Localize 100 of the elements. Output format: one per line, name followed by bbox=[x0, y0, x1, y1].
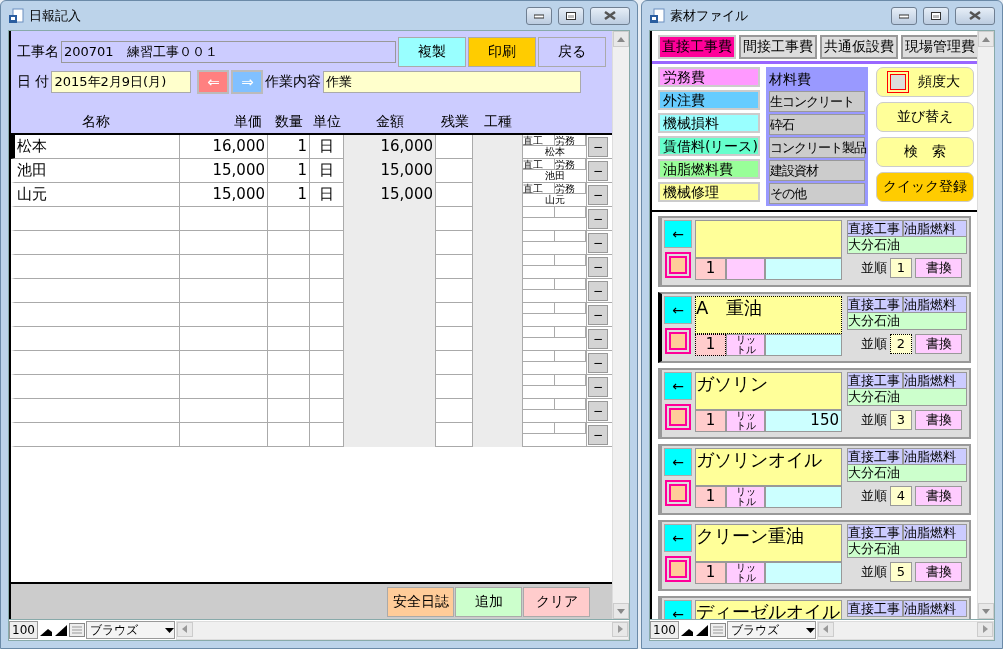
delete-button[interactable]: − bbox=[588, 401, 608, 421]
unit-field[interactable]: リットル bbox=[726, 486, 765, 508]
insert-button[interactable]: ← bbox=[664, 600, 692, 619]
delete-button[interactable]: − bbox=[588, 353, 608, 373]
action-button[interactable]: 安全日誌 bbox=[387, 586, 454, 617]
delete-button[interactable]: − bbox=[588, 329, 608, 349]
delete-button[interactable]: − bbox=[588, 161, 608, 181]
delete-button[interactable]: − bbox=[588, 281, 608, 301]
date-field[interactable]: 2015年2月9日(月) bbox=[51, 71, 192, 93]
name-field[interactable]: クリーン重油 bbox=[695, 524, 842, 562]
material-button[interactable]: コンクリート製品 bbox=[769, 137, 865, 158]
zoom-level[interactable]: 100 bbox=[9, 621, 38, 639]
maximize-button[interactable] bbox=[923, 6, 949, 25]
delete-button[interactable]: − bbox=[588, 257, 608, 277]
category-button[interactable]: 油脂燃料費 bbox=[658, 159, 760, 179]
table-row[interactable]: − bbox=[11, 423, 612, 447]
category-button[interactable]: 機械修理 bbox=[658, 182, 760, 202]
maximize-button[interactable] bbox=[558, 6, 584, 25]
scroll-up-icon[interactable] bbox=[617, 36, 625, 42]
insert-button[interactable]: ← bbox=[664, 524, 692, 552]
tab[interactable]: 間接工事費 bbox=[739, 35, 817, 59]
name-field[interactable]: ガソリン bbox=[695, 372, 842, 410]
order-field[interactable]: 2 bbox=[890, 334, 912, 354]
delete-button[interactable]: − bbox=[588, 185, 608, 205]
project-field[interactable]: 200701 練習工事００１ bbox=[61, 41, 397, 63]
material-button[interactable]: その他 bbox=[769, 183, 865, 204]
quantity-field[interactable]: 1 bbox=[695, 562, 726, 584]
close-button[interactable] bbox=[955, 6, 995, 25]
delete-button[interactable]: − bbox=[588, 209, 608, 229]
insert-button[interactable]: ← bbox=[664, 296, 692, 324]
zoom-level[interactable]: 100 bbox=[650, 621, 679, 639]
action-button[interactable]: 検 索 bbox=[876, 137, 974, 167]
rewrite-button[interactable]: 書換 bbox=[915, 334, 962, 354]
scroll-down-icon[interactable] bbox=[617, 608, 625, 614]
amount-field[interactable] bbox=[765, 334, 842, 356]
horizontal-scrollbar[interactable] bbox=[175, 620, 629, 640]
delete-button[interactable]: − bbox=[588, 233, 608, 253]
scroll-down-icon[interactable] bbox=[982, 608, 990, 614]
rewrite-button[interactable]: 書換 bbox=[915, 258, 962, 278]
order-field[interactable]: 4 bbox=[890, 486, 912, 506]
insert-button[interactable]: ← bbox=[664, 448, 692, 476]
rewrite-button[interactable]: 書換 bbox=[915, 410, 962, 430]
action-button[interactable]: クイック登録 bbox=[876, 172, 974, 202]
scroll-left-icon[interactable] bbox=[823, 625, 829, 633]
insert-button[interactable]: ← bbox=[664, 220, 692, 248]
minimize-button[interactable] bbox=[891, 6, 917, 25]
vertical-scrollbar[interactable] bbox=[612, 31, 629, 619]
delete-button[interactable]: − bbox=[588, 137, 608, 157]
unit-field[interactable] bbox=[726, 258, 765, 280]
quantity-field[interactable]: 1 bbox=[695, 486, 726, 508]
order-field[interactable]: 5 bbox=[890, 562, 912, 582]
unit-field[interactable]: リットル bbox=[726, 562, 765, 584]
vertical-scrollbar[interactable] bbox=[977, 31, 994, 619]
horizontal-scrollbar[interactable] bbox=[816, 620, 994, 640]
name-field[interactable] bbox=[695, 220, 842, 258]
delete-button[interactable]: − bbox=[588, 305, 608, 325]
scroll-right-icon[interactable] bbox=[982, 625, 988, 633]
scroll-right-icon[interactable] bbox=[617, 625, 623, 633]
action-button[interactable]: 印刷 bbox=[468, 37, 537, 67]
frequency-button[interactable]: 頻度大 bbox=[876, 67, 974, 97]
work-field[interactable]: 作業 bbox=[323, 71, 582, 93]
name-field[interactable]: ガソリンオイル bbox=[695, 448, 842, 486]
tab[interactable]: 直接工事費 bbox=[658, 35, 736, 59]
rewrite-button[interactable]: 書換 bbox=[915, 562, 962, 582]
scroll-left-icon[interactable] bbox=[182, 625, 188, 633]
action-button[interactable]: 追加 bbox=[455, 586, 522, 617]
mode-dropdown[interactable]: ブラウズ bbox=[85, 621, 175, 639]
category-button[interactable]: 賃借料(リース) bbox=[658, 136, 760, 156]
unit-field[interactable]: リットル bbox=[726, 334, 765, 356]
amount-field[interactable] bbox=[765, 562, 842, 584]
amount-field[interactable] bbox=[765, 486, 842, 508]
mode-dropdown[interactable]: ブラウズ bbox=[726, 621, 816, 639]
material-button[interactable]: 砕石 bbox=[769, 114, 865, 135]
category-button[interactable]: 外注費 bbox=[658, 90, 760, 110]
quantity-field[interactable]: 1 bbox=[695, 334, 726, 356]
checkbox[interactable] bbox=[890, 74, 906, 90]
tab[interactable]: 共通仮設費 bbox=[820, 35, 898, 59]
action-button[interactable]: クリア bbox=[523, 586, 590, 617]
material-button[interactable]: 建設資材 bbox=[769, 160, 865, 181]
delete-button[interactable]: − bbox=[588, 377, 608, 397]
scroll-up-icon[interactable] bbox=[982, 36, 990, 42]
action-button[interactable]: 複製 bbox=[398, 37, 467, 67]
minimize-button[interactable] bbox=[526, 6, 552, 25]
amount-field[interactable] bbox=[765, 258, 842, 280]
rewrite-button[interactable]: 書換 bbox=[915, 486, 962, 506]
quantity-field[interactable]: 1 bbox=[695, 258, 726, 280]
amount-field[interactable]: 150 bbox=[765, 410, 842, 432]
order-field[interactable]: 3 bbox=[890, 410, 912, 430]
action-button[interactable]: 戻る bbox=[538, 37, 606, 67]
delete-button[interactable]: − bbox=[588, 425, 608, 445]
category-button[interactable]: 労務費 bbox=[658, 67, 760, 87]
unit-field[interactable]: リットル bbox=[726, 410, 765, 432]
tab[interactable]: 現場管理費 bbox=[901, 35, 979, 59]
quantity-field[interactable]: 1 bbox=[695, 410, 726, 432]
category-button[interactable]: 機械損料 bbox=[658, 113, 760, 133]
name-field[interactable]: A 重油 bbox=[695, 296, 842, 334]
close-button[interactable] bbox=[590, 6, 630, 25]
material-button[interactable]: 生コンクリート bbox=[769, 91, 865, 112]
insert-button[interactable]: ← bbox=[664, 372, 692, 400]
action-button[interactable]: 並び替え bbox=[876, 102, 974, 132]
